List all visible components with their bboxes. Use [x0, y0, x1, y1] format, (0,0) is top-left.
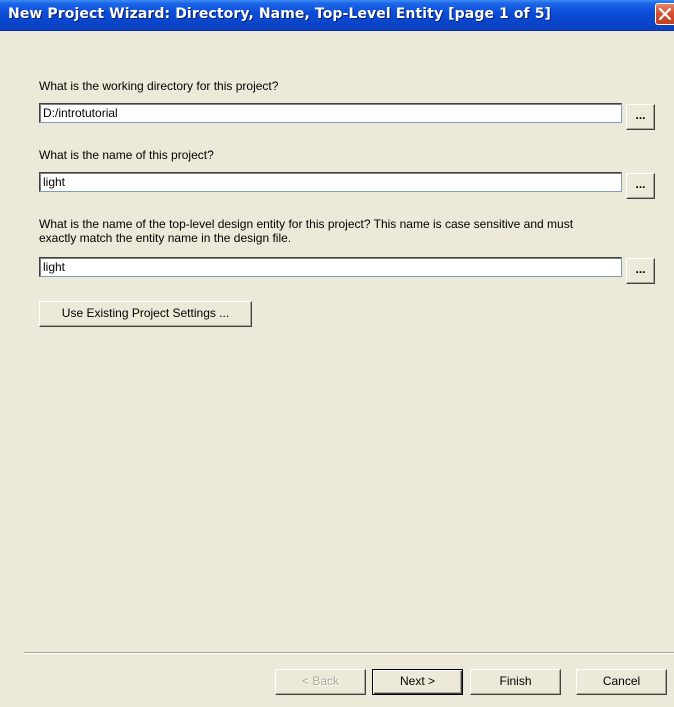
footer-separator: [24, 652, 674, 654]
directory-input-value: D:/introtutorial: [43, 106, 118, 120]
project-name-browse-button[interactable]: ...: [626, 173, 655, 199]
top-level-entity-input-value: light: [43, 260, 66, 274]
top-level-entity-input[interactable]: light: [39, 257, 622, 277]
cancel-button[interactable]: Cancel: [576, 669, 667, 695]
top-level-entity-browse-button[interactable]: ...: [626, 258, 655, 284]
back-button[interactable]: < Back: [275, 669, 366, 695]
window-title: New Project Wizard: Directory, Name, Top…: [8, 6, 552, 22]
close-icon: [659, 8, 671, 20]
use-existing-project-settings-button[interactable]: Use Existing Project Settings ...: [39, 301, 252, 327]
directory-input[interactable]: D:/introtutorial: [39, 103, 622, 123]
directory-label: What is the working directory for this p…: [39, 79, 279, 93]
top-level-entity-label-line1: What is the name of the top-level design…: [39, 217, 574, 231]
finish-button[interactable]: Finish: [470, 669, 561, 695]
close-button[interactable]: [655, 3, 674, 25]
top-level-entity-label-line2: exactly match the entity name in the des…: [39, 231, 292, 245]
title-bar[interactable]: New Project Wizard: Directory, Name, Top…: [0, 0, 674, 31]
directory-browse-button[interactable]: ...: [626, 104, 655, 130]
project-name-label: What is the name of this project?: [39, 148, 214, 162]
project-name-input[interactable]: light: [39, 172, 622, 192]
project-name-input-value: light: [43, 175, 66, 189]
next-button[interactable]: Next >: [372, 669, 463, 695]
